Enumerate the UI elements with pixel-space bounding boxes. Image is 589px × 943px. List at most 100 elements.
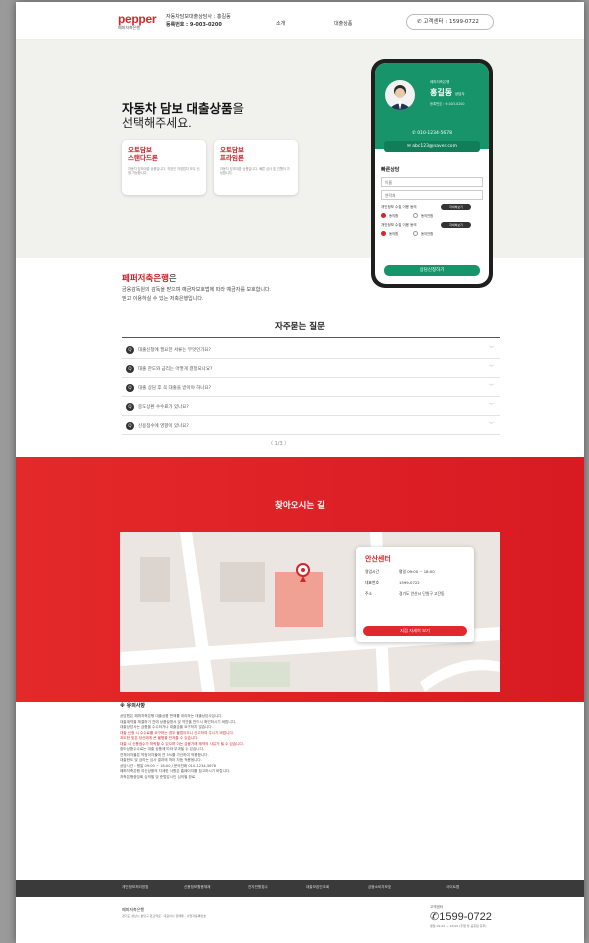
footer-link[interactable]: 신용정보활용체제 bbox=[184, 885, 210, 890]
caution-line: 저축은행중앙회 심의필 및 준법감시인 심의필 완료 bbox=[120, 774, 196, 779]
faq-item[interactable]: Q 대출 상담 후 꼭 대출을 받아야 하나요? ﹀ bbox=[122, 380, 500, 397]
footer-cc-number: ✆1599-0722 bbox=[430, 910, 492, 923]
submit-consult-button[interactable]: 상담신청하기 bbox=[384, 265, 480, 276]
promo-title-bold: 페퍼저축은행 bbox=[122, 274, 169, 284]
row-value: 1599-0722 bbox=[399, 580, 420, 585]
footer-hours: 평일 09:00 ~ 18:00 (주말 및 공휴일 휴무) bbox=[430, 924, 487, 928]
phone-input[interactable]: 연락처 bbox=[381, 190, 483, 200]
page-card: pepper 페퍼저축은행 자동차담보대출상담사 : 홍길동 등록번호 : 9-… bbox=[16, 2, 584, 943]
product-card-prime[interactable]: 오토담보 프라임론 자동차 담보대출 상품입니다. 빠른 심사 및 진행이 가능… bbox=[214, 140, 298, 195]
product-card-standard[interactable]: 오토담보 스탠다드론 자동차 담보대출 상품입니다. 직장인 자영업자 모두 신… bbox=[122, 140, 206, 195]
branch-row: 주소 경기도 안산시 단원구 고잔동 bbox=[365, 591, 465, 597]
branch-row: 대표번호 1599-0722 bbox=[365, 580, 465, 586]
name-input[interactable]: 이름 bbox=[381, 177, 483, 187]
footer: 페퍼저축은행 경기도 성남시 분당구 판교역로 · 대표이사 장매튜 · 사업자… bbox=[16, 897, 584, 943]
caution-title: ※ 유의사항 bbox=[120, 703, 146, 709]
header-phone-button[interactable]: ✆ 고객센터 : 1599-0722 bbox=[406, 14, 494, 30]
row-key: 영업시간 bbox=[365, 569, 379, 574]
faq-question: 신용점수에 영향이 있나요? bbox=[138, 424, 189, 429]
phone-icon: ✆ bbox=[430, 911, 440, 923]
agent-company: 페퍼저축은행 bbox=[430, 80, 450, 84]
footer-link[interactable]: 금융소비자보호 bbox=[368, 885, 391, 890]
agree-label-1: 동의함 bbox=[389, 214, 399, 218]
branch-info-card: 안산센터 영업시간 평일 09:00 ~ 18:00 대표번호 1599-0722 … bbox=[356, 547, 474, 642]
header-info-line: 자동차담보대출상담사 : 홍길동 bbox=[166, 14, 231, 20]
footer-nav: 개인정보처리방침 신용정보활용체제 전자민원접수 대출모집인조회 금융소비자보호… bbox=[16, 880, 584, 897]
consent-view-button-2[interactable]: 자세히보기 bbox=[441, 222, 471, 228]
logo[interactable]: pepper bbox=[118, 12, 157, 26]
disagree-label-2: 동의안함 bbox=[421, 232, 434, 236]
chevron-down-icon: ﹀ bbox=[488, 346, 494, 352]
footer-link[interactable]: 개인정보처리방침 bbox=[122, 885, 148, 890]
footer-link[interactable]: 대출모집인조회 bbox=[306, 885, 329, 890]
footer-link[interactable]: 전자민원접수 bbox=[248, 885, 268, 890]
faq-item[interactable]: Q 중도상환 수수료가 있나요? ﹀ bbox=[122, 399, 500, 416]
consent-view-button-1[interactable]: 자세히보기 bbox=[441, 204, 471, 210]
promo-title-suffix: 은 bbox=[168, 274, 177, 284]
footer-company: 페퍼저축은행 bbox=[122, 907, 145, 912]
chevron-down-icon: ﹀ bbox=[488, 384, 494, 390]
next-page-icon[interactable]: 〉 bbox=[284, 441, 289, 447]
faq-divider bbox=[122, 337, 500, 338]
location-title: 찾아오시는 길 bbox=[275, 501, 325, 511]
row-key: 대표번호 bbox=[365, 580, 379, 585]
q-icon: Q bbox=[126, 365, 134, 373]
faq-item[interactable]: Q 대출 한도와 금리는 어떻게 결정되나요? ﹀ bbox=[122, 361, 500, 378]
hero-subtitle: 선택해주세요. bbox=[122, 116, 192, 130]
promo-line-1: 금융감독원의 감독을 받으며 예금자보호법에 따라 예금자를 보호합니다. bbox=[122, 287, 272, 293]
location-section: 찾아오시는 길 bbox=[16, 457, 584, 702]
chevron-down-icon: ﹀ bbox=[488, 422, 494, 428]
agent-reg: 등록번호 : 9-003-0200 bbox=[430, 102, 465, 106]
q-icon: Q bbox=[126, 384, 134, 392]
faq-question: 중도상환 수수료가 있나요? bbox=[138, 405, 189, 410]
product-desc: 자동차 담보대출 상품입니다. 빠른 심사 및 진행이 가능합니다. bbox=[220, 167, 290, 175]
caution-line: 페퍼저축은행 여신상품의 자세한 사항은 홈페이지를 참고하시기 바랍니다. bbox=[120, 769, 231, 773]
agent-email: abc123@naver.com bbox=[412, 144, 457, 149]
phone-screen: 페퍼저축은행 홍길동 상담사 등록번호 : 9-003-0200 ✆ 010-1… bbox=[375, 63, 489, 284]
branch-name: 안산센터 bbox=[365, 555, 391, 563]
footer-cc-number-text: 1599-0722 bbox=[439, 911, 492, 923]
q-icon: Q bbox=[126, 346, 134, 354]
agree-radio-1[interactable] bbox=[381, 213, 386, 218]
footer-link[interactable]: 사이트맵 bbox=[446, 885, 459, 890]
faq-pagination: 〈 1/3 〉 bbox=[268, 440, 289, 447]
agree-label-2: 동의함 bbox=[389, 232, 399, 236]
faq-question: 대출 상담 후 꼭 대출을 받아야 하나요? bbox=[138, 386, 212, 391]
branch-row: 영업시간 평일 09:00 ~ 18:00 bbox=[365, 569, 465, 575]
agent-name: 홍길동 bbox=[430, 88, 453, 97]
consent-label-1: 개인정보 수집 이용 동의 bbox=[381, 205, 417, 209]
branch-detail-button[interactable]: 지점 자세히 보기 bbox=[363, 626, 467, 636]
row-value: 경기도 안산시 단원구 고잔동 bbox=[399, 591, 445, 596]
agent-name-row: 홍길동 상담사 bbox=[430, 87, 465, 98]
site-header: pepper 페퍼저축은행 자동차담보대출상담사 : 홍길동 등록번호 : 9-… bbox=[16, 2, 584, 40]
faq-title: 자주묻는 질문 bbox=[275, 322, 325, 332]
caution-section: ※ 유의사항 상담원은 페퍼저축은행 대출상품 판매를 대리하는 대출상담사입니… bbox=[120, 702, 244, 780]
avatar bbox=[385, 80, 415, 110]
chevron-down-icon: ﹀ bbox=[488, 365, 494, 371]
disagree-radio-1[interactable] bbox=[413, 213, 418, 218]
faq-item[interactable]: Q 신용점수에 영향이 있나요? ﹀ bbox=[122, 418, 500, 435]
q-icon: Q bbox=[126, 422, 134, 430]
disagree-radio-2[interactable] bbox=[413, 231, 418, 236]
faq-question: 대출 한도와 금리는 어떻게 결정되나요? bbox=[138, 367, 213, 372]
faq-question: 대출신청에 필요한 서류는 무엇인가요? bbox=[138, 348, 211, 353]
row-key: 주소 bbox=[365, 591, 372, 596]
hero-section bbox=[16, 40, 584, 258]
product-name: 오토담보 스탠다드론 bbox=[128, 146, 158, 162]
prev-page-icon[interactable]: 〈 bbox=[268, 441, 273, 447]
agent-email-button[interactable]: ✉ abc123@naver.com bbox=[384, 141, 480, 152]
footer-address: 경기도 성남시 분당구 판교역로 · 대표이사 장매튜 · 사업자등록번호 bbox=[122, 914, 207, 918]
agent-phone-button[interactable]: ✆ 010-1234-5678 bbox=[384, 128, 480, 139]
faq-item[interactable]: Q 대출신청에 필요한 서류는 무엇인가요? ﹀ bbox=[122, 342, 500, 359]
header-reg-line: 등록번호 : 9-003-0200 bbox=[166, 22, 222, 28]
nav-products[interactable]: 대출상품 bbox=[334, 20, 352, 27]
disagree-label-1: 동의안함 bbox=[421, 214, 434, 218]
agree-radio-2[interactable] bbox=[381, 231, 386, 236]
page-indicator: 1/3 bbox=[274, 441, 283, 447]
nav-intro[interactable]: 소개 bbox=[276, 20, 285, 27]
chevron-down-icon: ﹀ bbox=[488, 403, 494, 409]
q-icon: Q bbox=[126, 403, 134, 411]
header-phone-label: 고객센터 : 1599-0722 bbox=[423, 19, 479, 25]
consent-label-2: 개인정보 수집 이용 동의 bbox=[381, 223, 417, 227]
promo-line-2: 믿고 이용하실 수 있는 저축은행입니다. bbox=[122, 296, 204, 302]
